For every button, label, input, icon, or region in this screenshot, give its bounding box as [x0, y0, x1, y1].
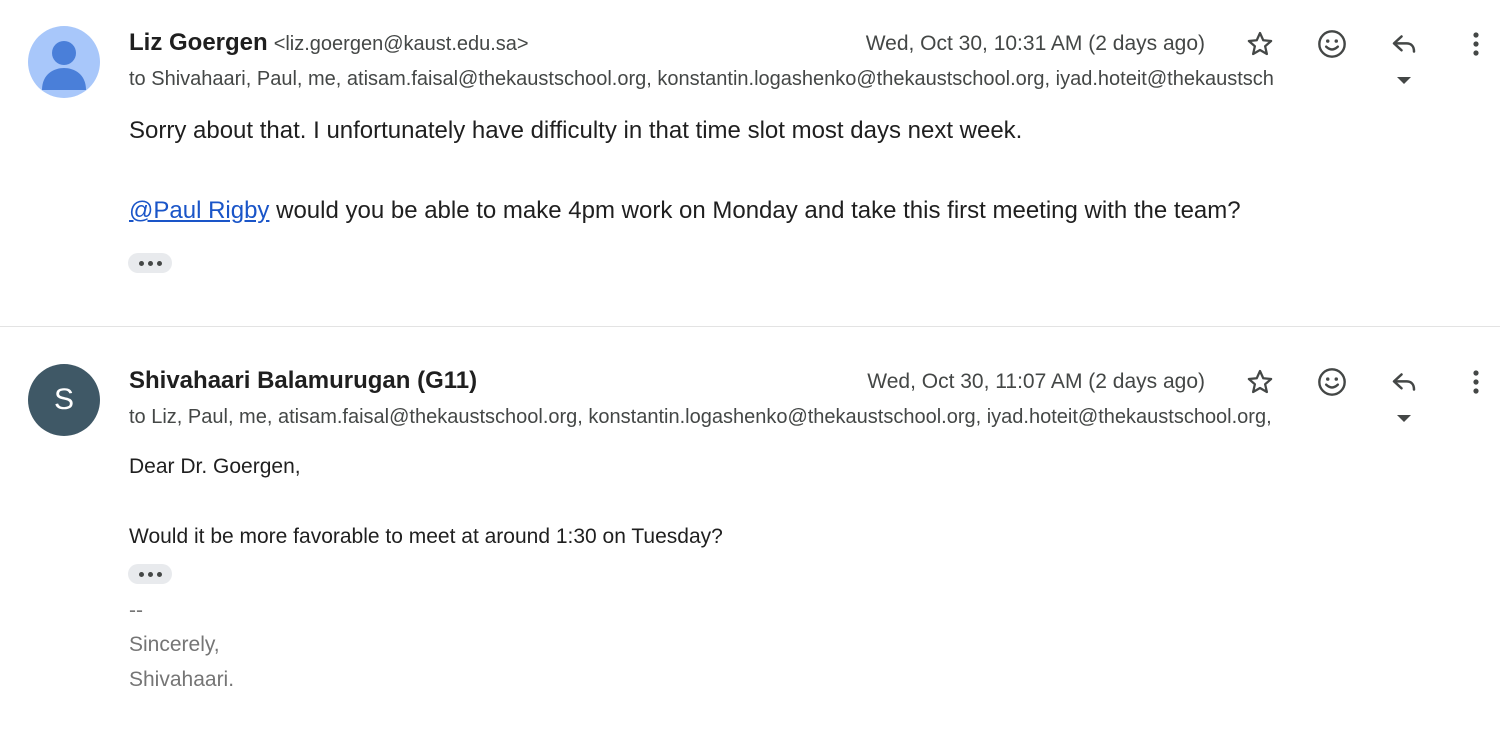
- star-icon[interactable]: [1243, 365, 1277, 399]
- sender-line: Shivahaari Balamurugan (G11): [129, 367, 477, 395]
- sender-name[interactable]: Shivahaari Balamurugan (G11): [129, 367, 477, 394]
- show-trimmed-content-button[interactable]: [128, 253, 172, 273]
- person-icon: [42, 41, 86, 90]
- body-line: Dear Dr. Goergen,: [129, 455, 301, 478]
- body-line: Would it be more favorable to meet at ar…: [129, 525, 723, 548]
- recipients-line[interactable]: to Shivahaari, Paul, me, atisam.faisal@t…: [129, 68, 1386, 91]
- signature-dash: --: [129, 599, 143, 622]
- star-icon[interactable]: [1243, 27, 1277, 61]
- more-vert-icon[interactable]: [1459, 365, 1493, 399]
- signature-name: Shivahaari.: [129, 668, 235, 691]
- message-liz: Liz Goergen <liz.goergen@kaust.edu.sa> We…: [0, 0, 1500, 326]
- caret-down-icon[interactable]: [1394, 408, 1414, 428]
- avatar[interactable]: S: [28, 364, 100, 436]
- more-vert-icon[interactable]: [1459, 27, 1493, 61]
- body-line: @Paul Rigby would you be able to make 4p…: [129, 197, 1241, 225]
- message-date[interactable]: Wed, Oct 30, 11:07 AM (2 days ago): [867, 370, 1205, 394]
- sender-line: Liz Goergen <liz.goergen@kaust.edu.sa>: [129, 29, 529, 57]
- body-line: Sorry about that. I unfortunately have d…: [129, 117, 1023, 144]
- message-date[interactable]: Wed, Oct 30, 10:31 AM (2 days ago): [866, 32, 1205, 56]
- message-shivahaari: S Shivahaari Balamurugan (G11) Wed, Oct …: [0, 327, 1500, 740]
- reply-icon[interactable]: [1387, 365, 1421, 399]
- signature-closing: Sincerely,: [129, 633, 220, 656]
- sender-name[interactable]: Liz Goergen: [129, 29, 268, 56]
- caret-down-icon[interactable]: [1394, 70, 1414, 90]
- avatar[interactable]: [28, 26, 100, 98]
- ellipsis-icon: [138, 571, 144, 577]
- emoji-icon[interactable]: [1315, 365, 1349, 399]
- body-text-rest: would you be able to make 4pm work on Mo…: [269, 197, 1241, 224]
- sender-email: <liz.goergen@kaust.edu.sa>: [273, 33, 529, 55]
- avatar-letter: S: [53, 383, 74, 416]
- ellipsis-icon: [138, 260, 144, 266]
- mention-link[interactable]: @Paul Rigby: [129, 197, 269, 224]
- emoji-icon[interactable]: [1315, 27, 1349, 61]
- show-trimmed-content-button[interactable]: [128, 564, 172, 584]
- reply-icon[interactable]: [1387, 27, 1421, 61]
- recipients-line[interactable]: to Liz, Paul, me, atisam.faisal@thekaust…: [129, 406, 1386, 429]
